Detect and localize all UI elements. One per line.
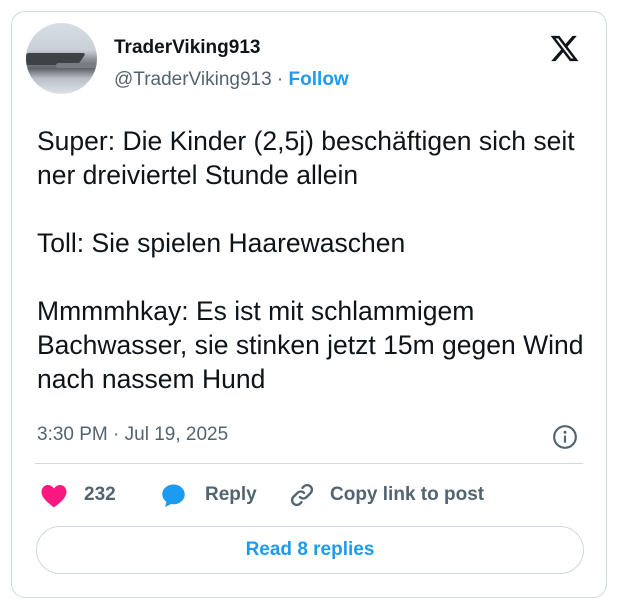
handle-separator: · [271,69,289,90]
info-icon[interactable] [552,424,578,450]
author-handle[interactable]: @TraderViking913 [114,69,272,90]
follow-link[interactable]: Follow [289,69,349,90]
read-replies-label: Read 8 replies [245,539,375,560]
divider [35,463,583,464]
like-count: 232 [84,484,116,505]
avatar[interactable] [26,23,97,94]
link-icon [290,483,314,507]
x-logo-icon[interactable] [549,33,580,64]
read-replies-button[interactable]: Read 8 replies [36,526,584,574]
copy-link-button[interactable]: Copy link to post [288,480,484,510]
author-display-name[interactable]: TraderViking913 [114,37,260,59]
reply-label: Reply [205,484,257,505]
like-button[interactable]: 232 [40,480,116,510]
author-handle-line: @TraderViking913 · Follow [114,69,349,91]
heart-icon [41,484,67,508]
reply-button[interactable]: Reply [160,480,257,510]
reply-bubble-icon [162,483,185,507]
tweet-text: Super: Die Kinder (2,5j) beschäftigen si… [37,126,584,394]
copy-link-label: Copy link to post [330,484,485,505]
tweet-timestamp[interactable]: 3:30 PM · Jul 19, 2025 [37,424,228,446]
